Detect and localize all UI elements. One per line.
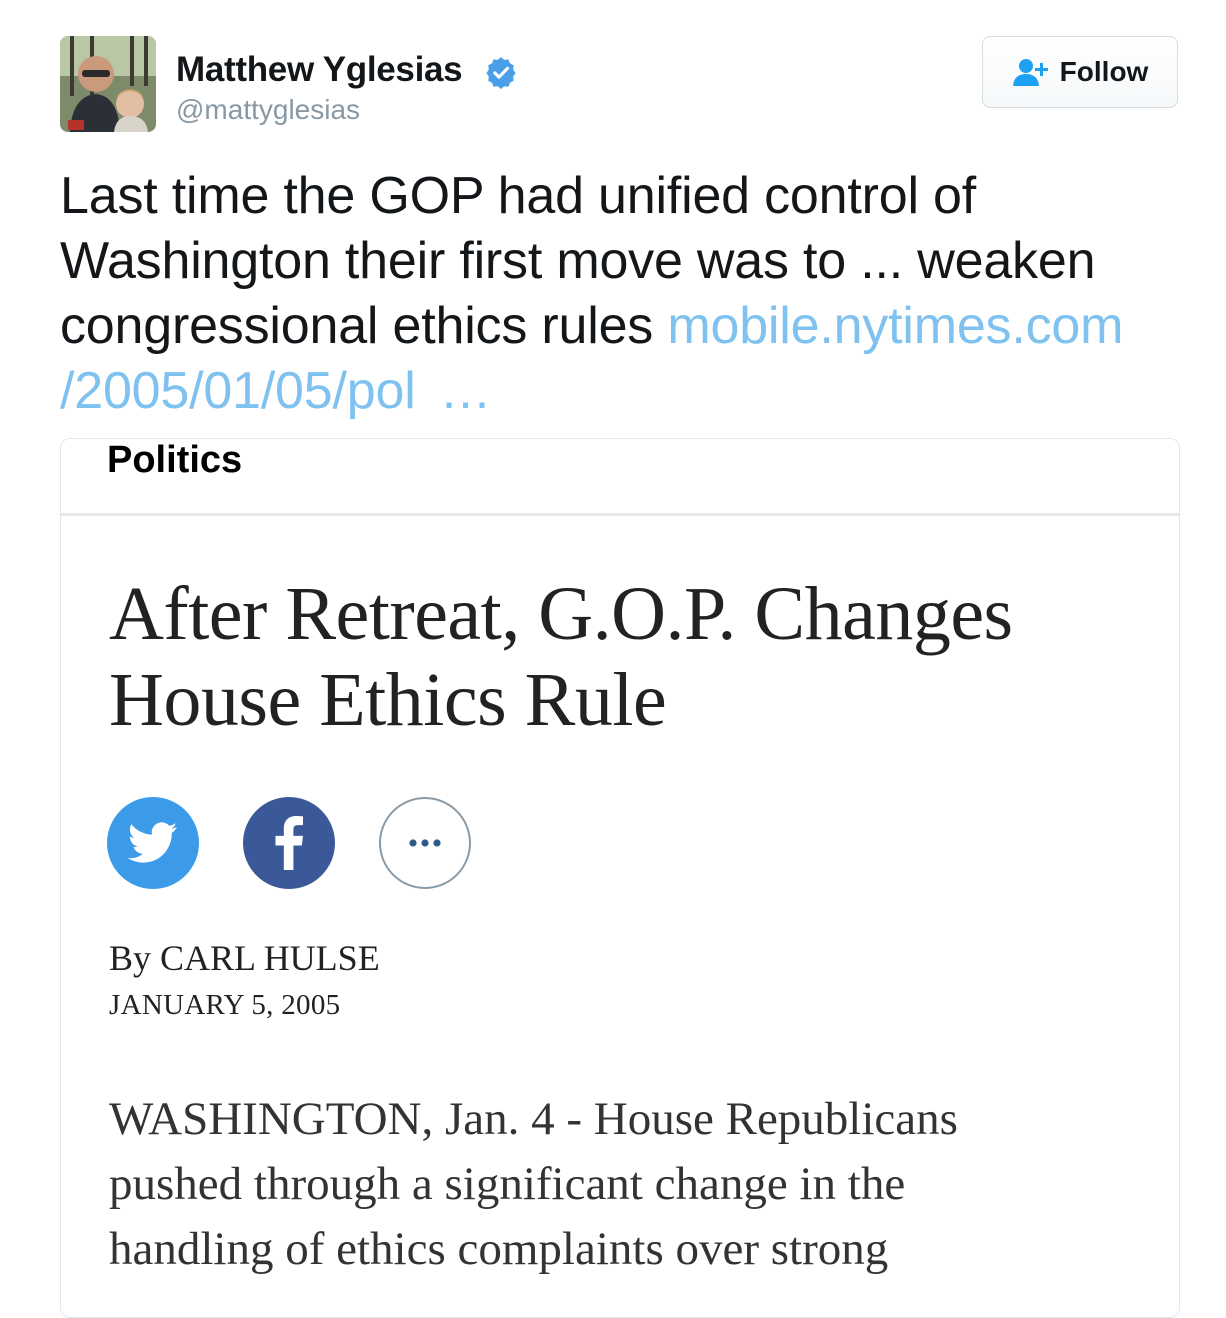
article-byline: By CARL HULSE	[109, 938, 380, 978]
article-body-line: handling of ethics complaints over stron…	[109, 1223, 889, 1275]
article-headline: After Retreat, G.O.P. Changes House Ethi…	[109, 572, 1013, 742]
tweet-text-line: Last time the GOP had unified control of	[60, 167, 977, 225]
add-user-icon	[1012, 59, 1048, 86]
author-name[interactable]: Matthew Yglesias	[176, 50, 463, 90]
follow-label: Follow	[1059, 56, 1149, 87]
author-avatar[interactable]	[60, 36, 156, 132]
tweet-text-line: Washington their first move was to ... w…	[60, 232, 1096, 290]
twitter-bird-icon	[128, 822, 178, 863]
avatar-photo	[60, 36, 156, 132]
article-body: WASHINGTON, Jan. 4 - House Republicans p…	[109, 1087, 1149, 1282]
article-date: JANUARY 5, 2005	[109, 989, 341, 1021]
article-body-line: pushed through a significant change in t…	[109, 1158, 906, 1210]
follow-button[interactable]: Follow	[982, 36, 1178, 108]
tweet-link-part-1[interactable]: mobile.nytimes.com	[667, 297, 1123, 355]
tweet-text-line: /2005/01/05/pol …	[60, 359, 1160, 424]
facebook-f-icon	[275, 816, 303, 870]
section-divider	[61, 513, 1179, 516]
section-label: Politics	[107, 439, 243, 481]
author-handle[interactable]: @mattyglesias	[176, 94, 360, 126]
verified-badge-icon	[486, 57, 516, 89]
article-body-line: WASHINGTON, Jan. 4 - House Republicans	[109, 1093, 958, 1145]
tweet-text-line: congressional ethics rules mobile.nytime…	[60, 294, 1160, 359]
article-card[interactable]: Politics After Retreat, G.O.P. Changes H…	[60, 438, 1180, 1318]
tweet-link-part-2[interactable]: /2005/01/05/pol …	[60, 362, 492, 420]
more-dots-icon	[409, 839, 441, 847]
share-facebook-button[interactable]	[243, 797, 335, 889]
tweet-text: Last time the GOP had unified control of…	[60, 164, 1160, 424]
tweet-link-ellipsis: …	[439, 362, 492, 420]
share-twitter-button[interactable]	[107, 797, 199, 889]
tweet-text-segment: congressional ethics rules	[60, 297, 668, 355]
share-more-button[interactable]	[379, 797, 471, 889]
tweet-link-path: /2005/01/05/pol	[60, 362, 416, 420]
